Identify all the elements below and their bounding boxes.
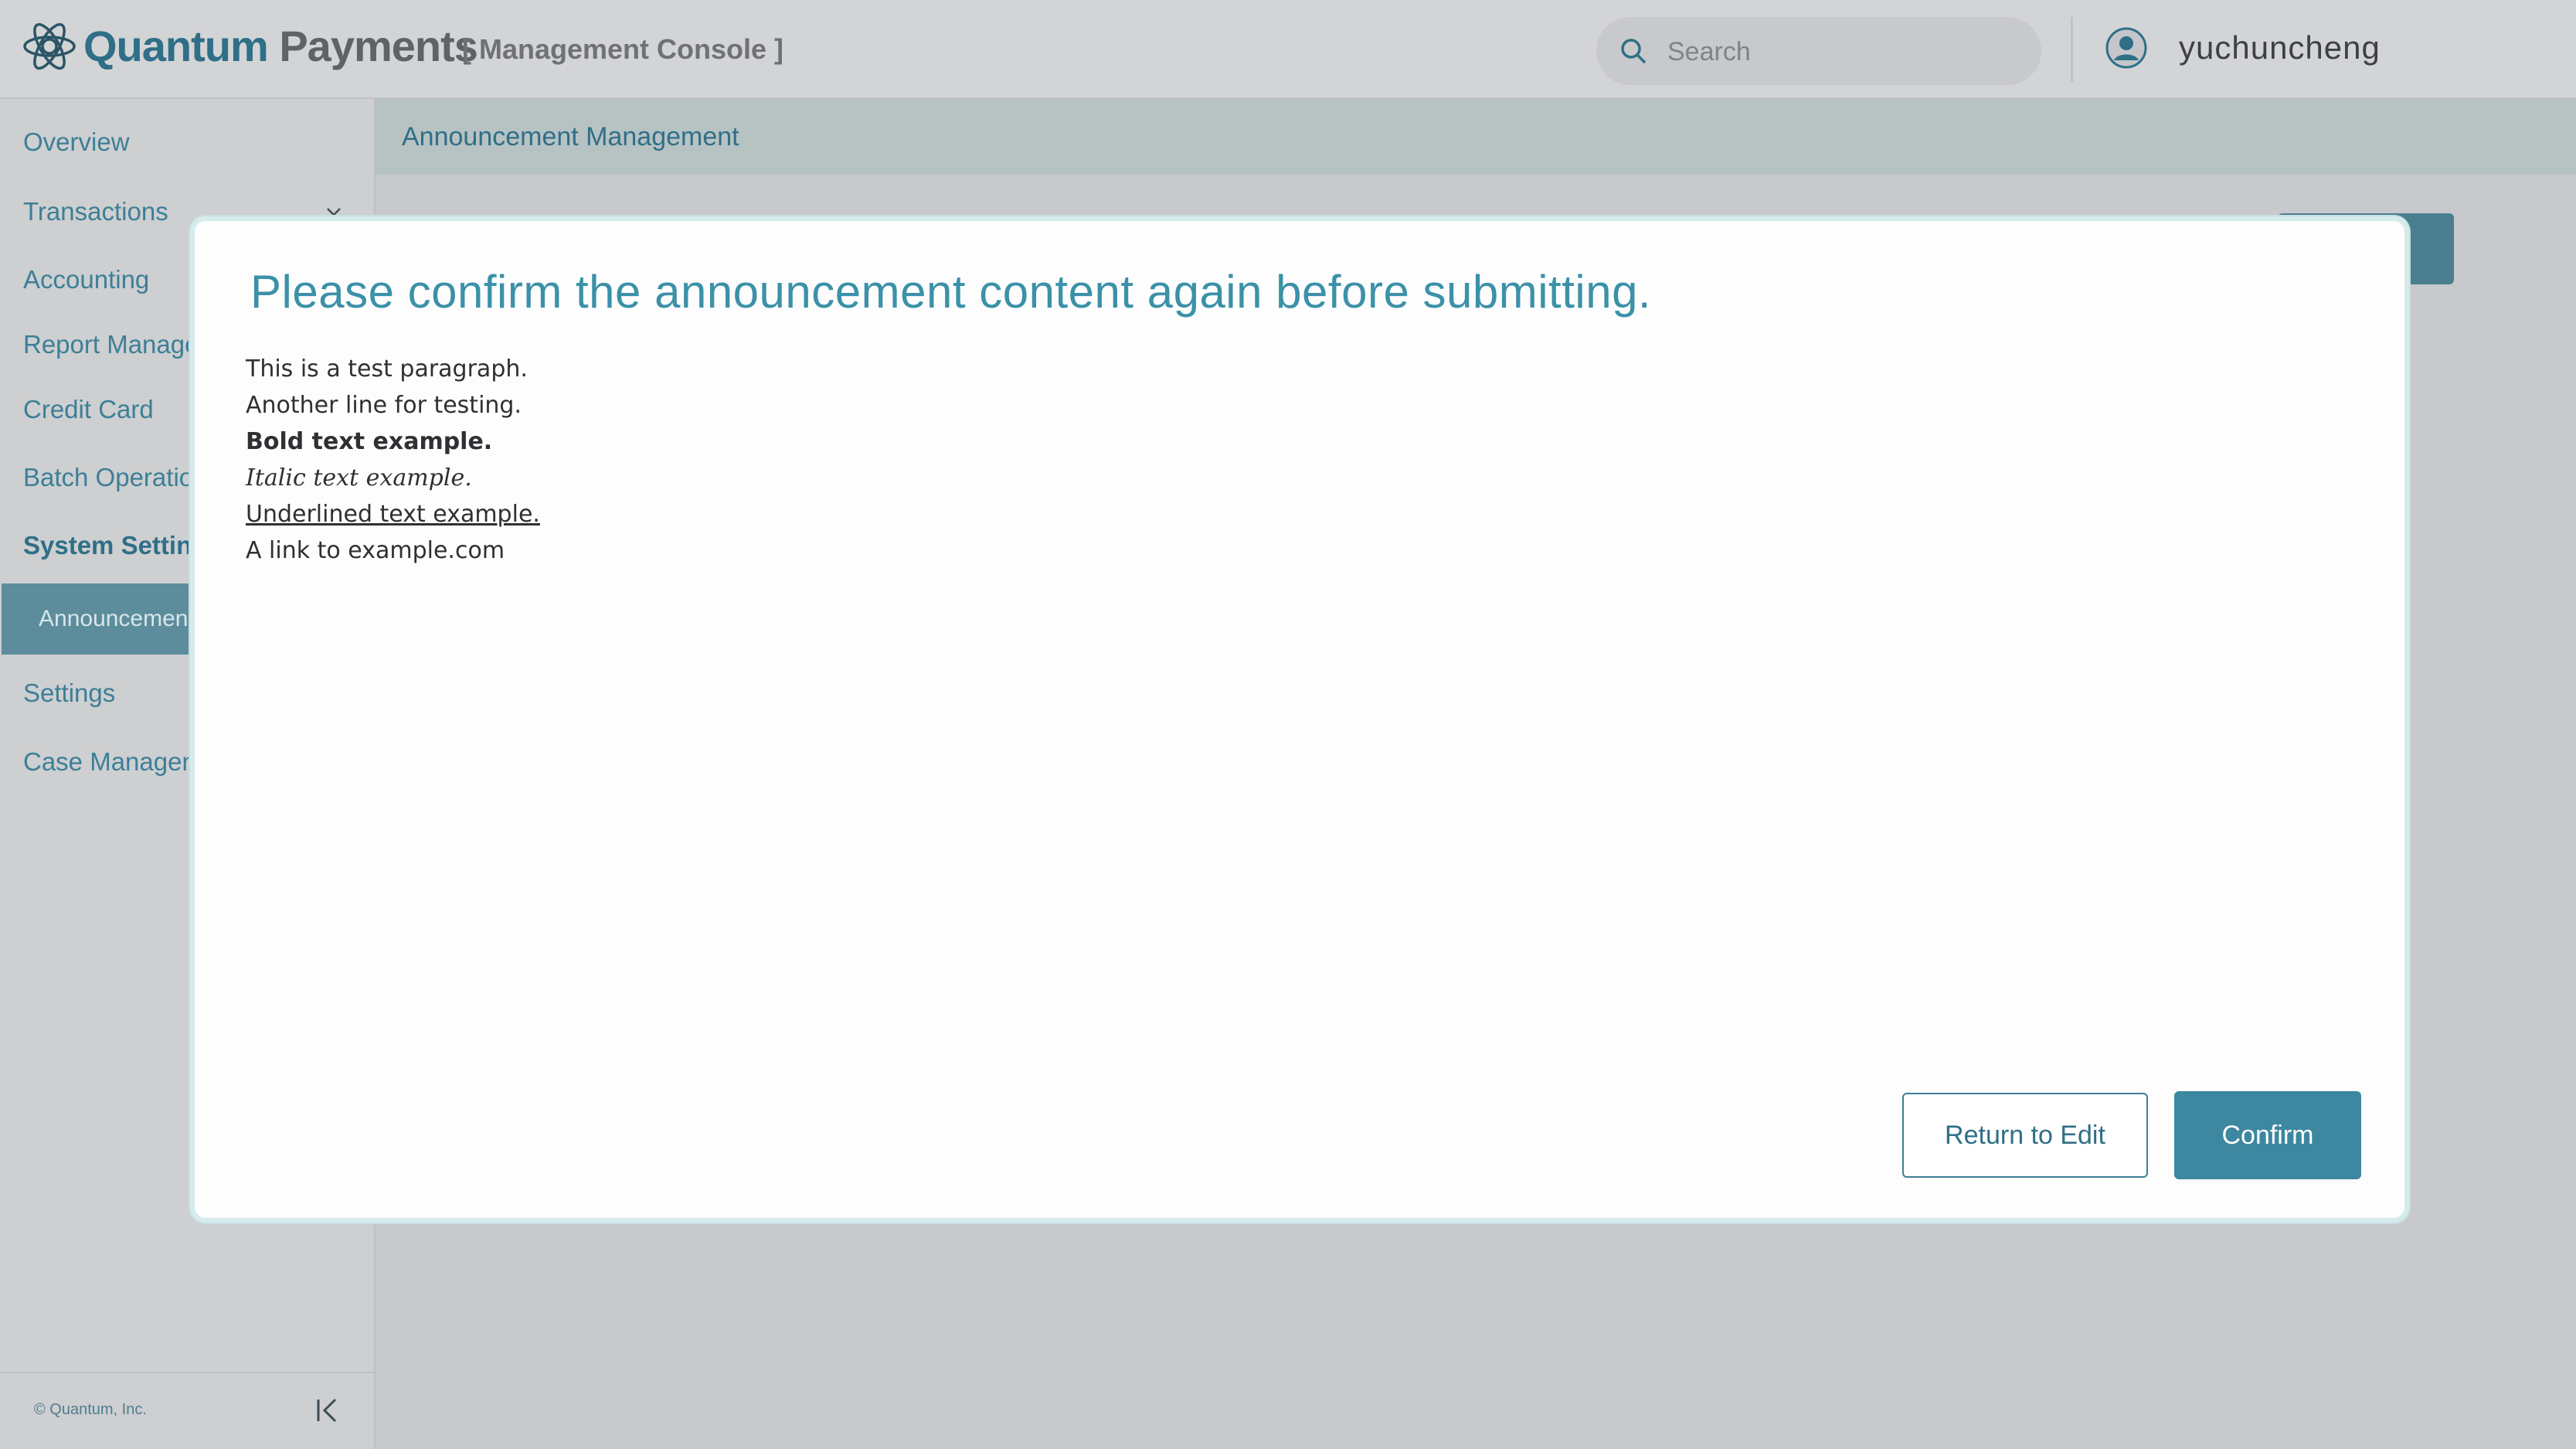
- sidebar-footer: © Quantum, Inc.: [0, 1372, 374, 1449]
- preview-paragraph: This is a test paragraph.: [246, 355, 528, 383]
- breadcrumb[interactable]: Announcement Management: [402, 121, 739, 153]
- preview-bold-text: Bold text example.: [246, 428, 493, 455]
- preview-italic-text: Italic text example.: [246, 464, 472, 492]
- brand-name[interactable]: Quantum Payments: [83, 19, 478, 74]
- sidebar-item-label: Transactions: [23, 197, 168, 226]
- brand-part-payments: Payments: [279, 22, 478, 70]
- return-to-edit-button[interactable]: Return to Edit: [1902, 1093, 2148, 1178]
- preview-line: Another line for testing.: [246, 392, 522, 419]
- preview-underlined-text: Underlined text example.: [246, 501, 540, 528]
- search-box[interactable]: [1596, 17, 2041, 85]
- confirm-button[interactable]: Confirm: [2174, 1091, 2361, 1179]
- top-header: Quantum Payments [ Management Console ] …: [0, 0, 2576, 99]
- collapse-left-icon[interactable]: [314, 1396, 342, 1424]
- sidebar-item-overview[interactable]: Overview: [0, 111, 376, 173]
- announcement-preview: This is a test paragraph. Another line f…: [246, 351, 2255, 569]
- brand-part-quantum: Quantum: [83, 22, 269, 70]
- search-icon: [1621, 39, 1646, 63]
- header-divider: [2071, 17, 2073, 82]
- preview-link-text: A link to example.com: [246, 537, 505, 564]
- copyright-text: © Quantum, Inc.: [34, 1401, 147, 1418]
- confirm-dialog: Please confirm the announcement content …: [190, 216, 2409, 1223]
- dialog-title: Please confirm the announcement content …: [250, 266, 1652, 318]
- user-avatar-icon[interactable]: [2105, 26, 2148, 70]
- search-input[interactable]: [1666, 31, 2024, 73]
- username[interactable]: yuchuncheng: [2179, 28, 2381, 68]
- console-tag: [ Management Console ]: [462, 33, 784, 65]
- breadcrumb-bar: Announcement Management: [376, 99, 2576, 175]
- atom-icon: [23, 22, 76, 70]
